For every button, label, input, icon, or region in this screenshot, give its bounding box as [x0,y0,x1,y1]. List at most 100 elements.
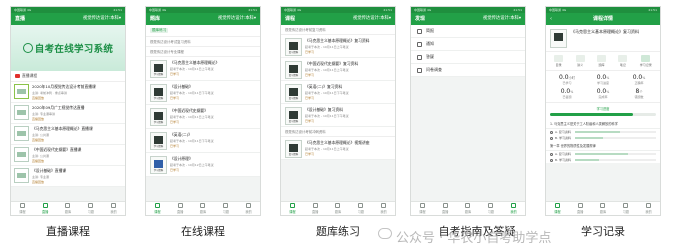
tab-1[interactable]: 直播 [42,203,48,214]
menu-item[interactable]: 简报 [411,25,525,38]
item-title: 《设计基础》复习资料 [305,107,343,112]
stat-unit: % [606,90,610,94]
tab-0[interactable]: 课程 [289,203,296,214]
category-chip[interactable]: 题库练习 [150,28,169,33]
option-label: B. 学习资料 [555,136,571,140]
app-title: 直播 [15,16,26,22]
function-1[interactable]: 讲义 [575,55,585,67]
list-item[interactable]: 学习资料 《设计基础》 起考于本次 - 10月11日下午笔试 已学习 [146,81,260,105]
tab-icon [111,203,117,208]
tab-1[interactable]: 直播 [442,203,448,214]
item-text: 《马克思主义基本原理概论》 起考于本次 - 10月11日上午笔试 已学习 [170,60,256,77]
tab-icon [289,203,295,208]
item-subtitle: 主讲: 公共课 [32,133,49,137]
list-item[interactable]: 复习资料 《马克思主义基本原理概论》复习资料 起考于本次 - 10月11日上午笔试已… [281,35,395,58]
tab-4[interactable]: 我的 [245,203,252,214]
tab-4[interactable]: 我的 [510,203,517,214]
stat-item: 0.0% 已答题 [549,88,585,99]
item-title: 《马克思主义基本原理概论》视频讲座 [305,140,370,145]
app-title: 发现 [415,16,426,22]
list-item[interactable]: 学习资料 《设计原理》 起考于本次 - 10月12日上午笔试 已学习 [146,153,260,177]
back-icon[interactable]: ‹ [550,13,552,25]
tab-2[interactable]: 题库 [65,203,71,214]
tab-4[interactable]: 我的 [110,203,117,214]
list-item[interactable]: 学习资料 《马克思主义基本原理概论》 起考于本次 - 10月11日上午笔试 已学习 [146,57,260,81]
list-item[interactable]: 2020年10月视觉传达设计考前直播课 主讲: 考前冲刺 · 重点串讲 直播回放 [11,82,125,103]
major-selector[interactable]: 视觉传达设计:本科▾ [83,13,121,25]
clock-text: 21:51 [648,8,657,12]
item-status: 直播回放 [32,117,45,121]
tab-3[interactable]: 习题 [223,203,229,214]
menu-item[interactable]: 问卷调查 [411,64,525,77]
list-item[interactable]: 复习资料 《设计基础》复习资料 起考于本次 - 10月11日下午笔试 已学习 [281,104,395,127]
tab-0[interactable]: 课程 [419,203,426,214]
list-item[interactable]: 《中国近现代史纲要》直播课 主讲: 公共课 直播回放 [11,145,125,166]
caption-record: 学习记录 [581,226,625,238]
tab-icon [200,203,206,208]
list-item[interactable]: 复习资料 《中国近现代史纲要》复习资料 起考于本次 - 10月11日上午笔试 已学习 [281,58,395,81]
tab-3[interactable]: 习题 [358,203,364,214]
function-label: 学习记录 [639,63,652,67]
function-label: 目录 [555,63,562,67]
function-2[interactable]: 题库 [596,55,606,67]
tab-4[interactable]: 我的 [645,203,652,214]
tab-label: 课程 [289,210,296,214]
list-item[interactable]: 学习资料 《中国近现代史纲要》 起考于本次 - 10月11日上午笔试 已学习 [146,105,260,129]
book-cover-icon [550,29,567,48]
tab-1[interactable]: 直播 [312,203,318,214]
item-title: 《英语(二)》 [170,132,192,137]
book-cover-icon: 复习资料 [285,61,302,79]
book-cover-icon: 学习资料 [150,60,167,78]
list-item[interactable]: 《马克思主义基本原理概论》直播课 主讲: 公共课 直播回放 [11,124,125,145]
major-selector[interactable]: 视觉传达设计:本科▾ [353,13,391,25]
menu-item[interactable]: 答疑 [411,51,525,64]
tab-4[interactable]: 我的 [380,203,387,214]
major-selector[interactable]: 视觉传达设计:本科▾ [218,13,256,25]
tab-3[interactable]: 习题 [88,203,94,214]
item-title: 《马克思主义基本原理概论》直播课 [32,126,93,131]
course-title: 《马克思主义基本原理概论》复习资料 [571,29,639,34]
tab-label: 课程 [554,210,561,214]
tab-2[interactable]: 题库 [200,203,206,214]
tab-0[interactable]: 课程 [554,203,561,214]
answer-option[interactable]: B. 学习资料 [546,157,660,163]
stat-value-row: 0.0小时 [549,74,585,81]
function-icon [641,55,651,62]
tab-3[interactable]: 习题 [623,203,629,214]
tab-1[interactable]: 直播 [177,203,183,214]
menu-item[interactable]: 通知 [411,38,525,51]
list-item[interactable]: 《设计基础》直播课 主讲: 专业课 直播回放 [11,166,125,187]
list-item[interactable]: 复习资料 《马克思主义基本原理概论》视频讲座 起考于本次 - 10月11日上午笔… [281,137,395,160]
tab-2[interactable]: 题库 [465,203,471,214]
item-status: 已学习 [170,72,180,76]
caption-online: 在线课程 [181,226,225,238]
tab-1[interactable]: 直播 [577,203,583,214]
stat-value-row: 0.0% [585,88,621,95]
watermark-text: 公众号 · 华农小自考助学点 [396,231,552,246]
item-subtitle: 起考于本次 - 10月11日上午笔试 [305,147,349,151]
hero-banner[interactable]: 自考在线学习系统 [11,25,125,71]
app-bar: 课程 视觉传达设计:本科▾ [281,13,395,25]
list-item[interactable]: 复习资料 《英语(二)》复习资料 起考于本次 - 10月11日下午笔试 已学习 [281,81,395,104]
tab-icon [646,203,652,208]
tab-0[interactable]: 课程 [19,203,26,214]
item-text: 《中国近现代史纲要》直播课 主讲: 公共课 直播回放 [32,147,122,163]
stat-unit: 小时 [568,76,575,80]
video-thumbnail [14,84,29,99]
stats-grid: 0.0小时 已学习 0.0% 学习进度 0.0% 正确率 0.0% 已答题 0.0% 完成率 8个错… [546,71,660,103]
list-item[interactable]: 2020年09月广工视觉传达直播 主讲: 专业课串讲 直播回放 [11,103,125,124]
menu-label: 答疑 [426,54,434,59]
list-item[interactable]: 学习资料 《英语(二)》 起考于本次 - 10月11日下午笔试 已学习 [146,129,260,153]
tab-3[interactable]: 习题 [488,203,494,214]
major-selector[interactable]: 视觉传达设计:本科▾ [483,13,521,25]
function-4[interactable]: 学习记录 [640,55,652,67]
tab-0[interactable]: 课程 [154,203,161,214]
function-0[interactable]: 目录 [554,55,564,67]
function-label: 题库 [598,63,605,67]
option-bar-fill [574,131,620,133]
function-3[interactable]: 笔记 [618,55,628,67]
tab-2[interactable]: 题库 [600,203,606,214]
stat-value: 0.0 [632,74,643,81]
item-text: 2020年10月视觉传达设计考前直播课 主讲: 考前冲刺 · 重点串讲 直播回放 [32,84,122,100]
tab-2[interactable]: 题库 [335,203,341,214]
